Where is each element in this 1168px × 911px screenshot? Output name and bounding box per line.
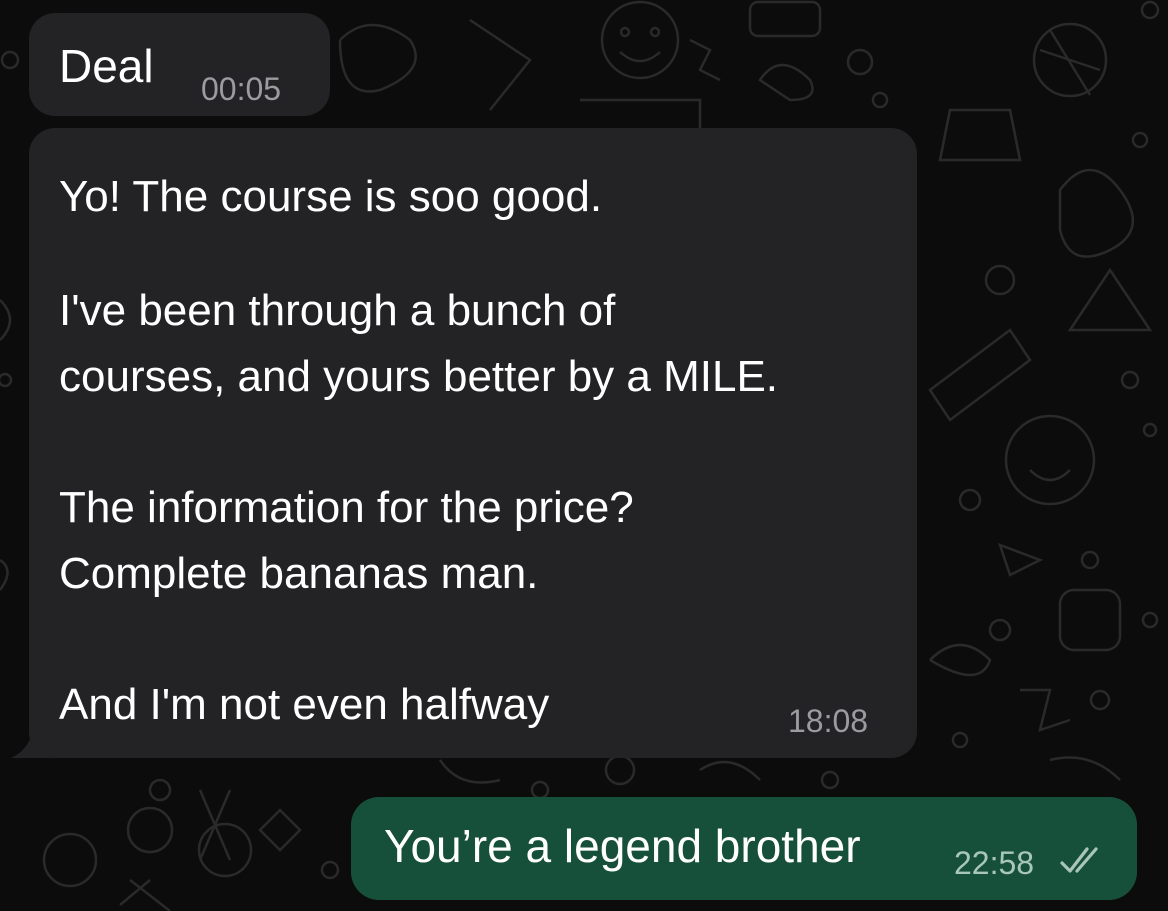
message-timestamp: 00:05 <box>201 71 282 107</box>
message-text-line: And I'm not even halfway <box>59 680 550 729</box>
message-bubble-incoming[interactable]: Yo! The course is soo good. I've been th… <box>11 128 917 758</box>
message-text-line: courses, and yours better by a MILE. <box>59 352 779 401</box>
double-check-icon <box>1060 847 1098 873</box>
message-text-line: Yo! The course is soo good. <box>59 172 603 221</box>
bubble-tail-icon <box>11 718 51 758</box>
message-text-line: Complete bananas man. <box>59 549 539 598</box>
message-text: Deal <box>59 40 154 92</box>
message-text-line: The information for the price? <box>59 483 634 532</box>
message-text: You’re a legend brother <box>384 820 861 872</box>
message-text-line: I've been through a bunch of <box>59 286 616 335</box>
message-timestamp: 22:58 <box>954 845 1035 881</box>
message-bubble-outgoing[interactable]: You’re a legend brother 22:58 <box>351 797 1137 900</box>
message-bubble-incoming[interactable]: Deal 00:05 <box>29 13 330 116</box>
message-timestamp: 18:08 <box>788 703 869 739</box>
